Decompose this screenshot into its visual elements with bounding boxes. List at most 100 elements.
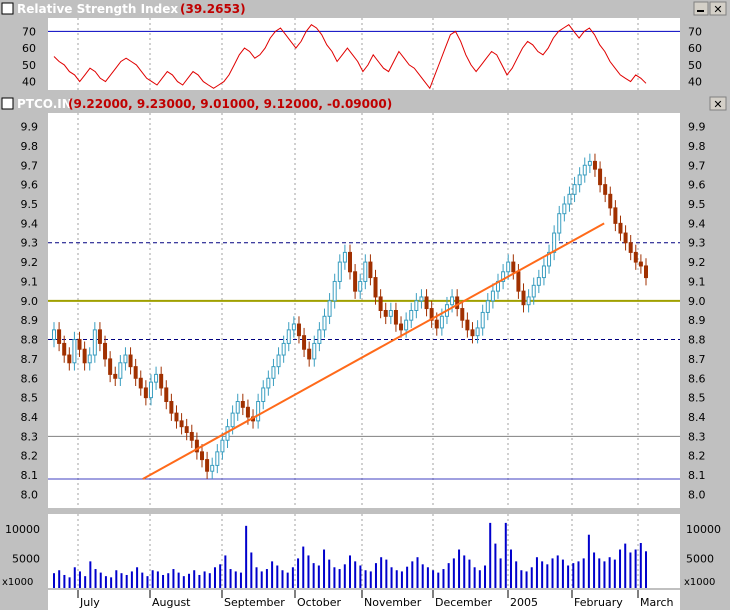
volume-bar	[587, 534, 590, 588]
price-tick-right-8.6: 8.6	[688, 372, 706, 385]
volume-bar	[234, 571, 237, 588]
volume-bar	[68, 577, 71, 588]
volume-bar	[198, 574, 201, 588]
volume-bar	[328, 559, 331, 588]
volume-tick-right-10000: 10000	[686, 523, 721, 536]
volume-bar	[213, 567, 216, 588]
volume-bar	[561, 559, 564, 588]
volume-bar	[416, 557, 419, 588]
candle-body	[291, 323, 296, 331]
volume-bar	[520, 570, 523, 588]
candle-body	[179, 420, 184, 428]
volume-bar	[458, 549, 461, 588]
price-tick-left-9.4: 9.4	[21, 217, 39, 230]
volume-tick-right-5000: 5000	[686, 552, 714, 565]
price-tick-left-9.9: 9.9	[21, 121, 39, 134]
candle-body	[363, 261, 368, 282]
candle-body	[52, 329, 56, 341]
volume-bar	[354, 561, 357, 588]
candle-body	[368, 261, 373, 279]
volume-bar	[130, 571, 133, 588]
candle-body	[531, 284, 536, 298]
volume-bar	[380, 557, 383, 588]
volume-bar	[577, 561, 580, 588]
candle-body	[541, 265, 546, 279]
volume-bar	[115, 570, 118, 588]
candle-body	[633, 251, 638, 263]
volume-bar	[281, 570, 284, 588]
candle-body	[577, 174, 582, 186]
volume-bar	[619, 549, 622, 588]
volume-bar	[385, 559, 388, 588]
price-title-bar[interactable]: PTCO.IN (9.22000, 9.23000, 9.01000, 9.12…	[0, 95, 730, 112]
candle-body	[628, 242, 633, 253]
candle-body	[108, 358, 113, 375]
volume-bar	[624, 543, 627, 588]
candle-body	[154, 373, 159, 383]
volume-bar	[84, 576, 87, 588]
candle-body	[613, 207, 618, 224]
x-label-august: August	[152, 596, 191, 609]
candle-body	[485, 300, 490, 313]
x-label-july: July	[79, 596, 100, 609]
volume-bar	[556, 555, 559, 588]
volume-bar	[239, 572, 242, 588]
price-tick-right-9.1: 9.1	[688, 275, 706, 288]
candle-body	[557, 213, 562, 234]
price-tick-right-9.5: 9.5	[688, 198, 706, 211]
candle-body	[572, 184, 577, 195]
price-tick-left-9.1: 9.1	[21, 275, 39, 288]
volume-bar	[349, 555, 351, 588]
volume-bar	[193, 570, 196, 588]
volume-bar	[250, 552, 253, 588]
x-label-december: December	[435, 596, 493, 609]
volume-bar	[255, 567, 258, 588]
candle-body	[245, 406, 250, 418]
volume-bar	[167, 573, 170, 588]
rsi-tick-left-70: 70	[22, 25, 36, 38]
price-tick-left-9.7: 9.7	[21, 159, 39, 172]
minimize-button[interactable]	[693, 1, 709, 16]
candle-body	[281, 342, 286, 356]
volume-bar	[317, 565, 320, 588]
candle-body	[189, 431, 194, 441]
candle-body	[133, 366, 138, 379]
candle-body	[623, 232, 628, 244]
candle-body	[307, 348, 312, 360]
price-checkbox-icon[interactable]	[1, 97, 14, 110]
candle-body	[353, 271, 358, 292]
volume-bar	[603, 561, 606, 588]
candle-body	[235, 401, 240, 414]
candle-body	[638, 261, 643, 267]
volume-bar	[136, 567, 139, 588]
candle-body	[57, 329, 62, 344]
volume-bar	[229, 569, 232, 588]
volume-bar	[338, 569, 341, 588]
price-tick-right-8.3: 8.3	[688, 430, 706, 443]
candle-body	[77, 339, 82, 350]
price-close-icon: ✕	[713, 98, 722, 111]
price-tick-right-9.9: 9.9	[688, 121, 706, 134]
candle-body	[383, 310, 388, 317]
rsi-title: Relative Strength Index	[17, 2, 178, 16]
candle-body	[276, 354, 281, 368]
price-tick-right-9.7: 9.7	[688, 159, 706, 172]
volume-bar	[541, 561, 544, 588]
volume-bar	[598, 558, 601, 588]
candle-body	[342, 251, 347, 263]
volume-unit-right: x1000	[684, 577, 715, 588]
candle-body	[184, 426, 189, 433]
volume-bar	[104, 576, 107, 588]
volume-bar	[499, 558, 502, 588]
price-tick-right-9.8: 9.8	[688, 140, 706, 153]
rsi-tick-right-70: 70	[688, 25, 702, 38]
rsi-title-bar[interactable]: Relative Strength Index (39.2653) ✕	[0, 0, 730, 17]
rsi-checkbox-icon[interactable]	[1, 2, 14, 15]
volume-unit-left: x1000	[2, 577, 33, 588]
price-tick-left-9.8: 9.8	[21, 140, 39, 153]
candle-body	[266, 377, 271, 389]
volume-bar	[473, 567, 476, 588]
volume-bar	[629, 552, 632, 588]
price-tick-right-8.4: 8.4	[688, 411, 706, 424]
candle-body	[460, 308, 465, 321]
